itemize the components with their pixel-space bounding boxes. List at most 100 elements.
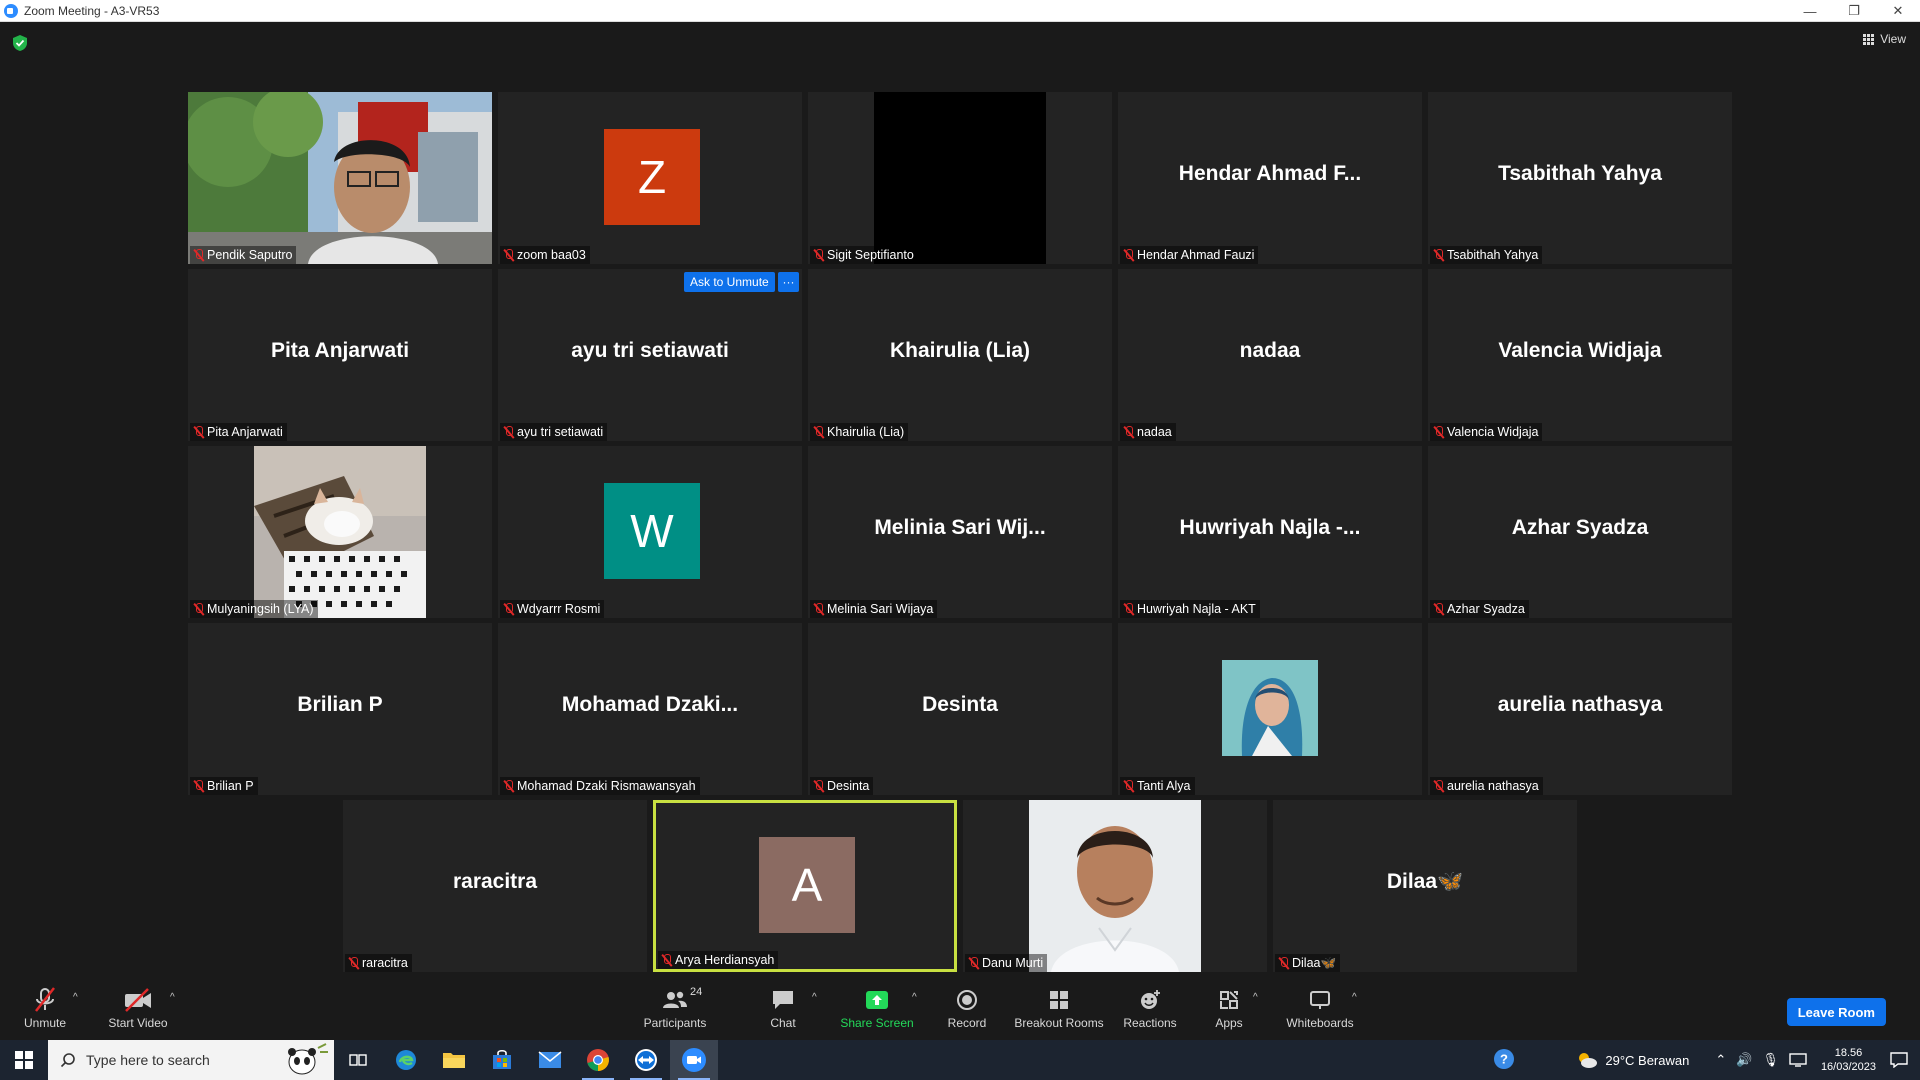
- taskbar-clock[interactable]: 18.56 16/03/2023: [1821, 1046, 1876, 1074]
- task-view-button[interactable]: [334, 1040, 382, 1080]
- taskbar-mail-button[interactable]: [526, 1040, 574, 1080]
- participant-name: Khairulia (Lia): [827, 425, 905, 439]
- record-label: Record: [947, 1016, 987, 1030]
- speaker-volume-icon[interactable]: 🔊: [1736, 1052, 1752, 1068]
- video-tile[interactable]: A Arya Herdiansyah: [653, 800, 957, 972]
- video-tile[interactable]: ayu tri setiawati ayu tri setiawati: [498, 269, 802, 441]
- chat-options-caret-icon[interactable]: ^: [812, 992, 817, 1003]
- participant-name: aurelia nathasya: [1447, 779, 1539, 793]
- participant-name: Mulyaningsih (LYA): [207, 602, 314, 616]
- teamviewer-icon: [635, 1049, 657, 1071]
- taskbar-zoom-button[interactable]: [670, 1040, 718, 1080]
- video-tile[interactable]: Tsabithah Yahya Tsabithah Yahya: [1428, 92, 1732, 264]
- whiteboards-button[interactable]: Whiteboards: [1284, 986, 1356, 1030]
- share-screen-button[interactable]: Share Screen: [840, 986, 914, 1030]
- participant-name: Mohamad Dzaki Rismawansyah: [517, 779, 696, 793]
- participant-display-name: Desinta: [922, 693, 998, 716]
- taskbar-file-explorer-button[interactable]: [430, 1040, 478, 1080]
- reactions-button[interactable]: Reactions: [1123, 986, 1177, 1030]
- video-tile[interactable]: Pita Anjarwati Pita Anjarwati: [188, 269, 492, 441]
- video-tile[interactable]: Hendar Ahmad F... Hendar Ahmad Fauzi: [1118, 92, 1422, 264]
- muted-mic-icon: [503, 248, 514, 262]
- video-tile[interactable]: Azhar Syadza Azhar Syadza: [1428, 446, 1732, 618]
- help-button[interactable]: ?: [1493, 1048, 1515, 1073]
- video-tile[interactable]: Mohamad Dzaki... Mohamad Dzaki Rismawansy…: [498, 623, 802, 795]
- video-off-icon: [123, 986, 153, 1014]
- video-tile[interactable]: Dilaa🦋 Dilaa🦋: [1273, 800, 1577, 972]
- participant-name-label: Azhar Syadza: [1430, 600, 1529, 618]
- microphone-icon[interactable]: 🎙: [1762, 1052, 1779, 1068]
- participant-name: Azhar Syadza: [1447, 602, 1525, 616]
- video-tile[interactable]: W Wdyarrr Rosmi: [498, 446, 802, 618]
- video-tile[interactable]: nadaa nadaa: [1118, 269, 1422, 441]
- audio-options-caret-icon[interactable]: ^: [73, 992, 78, 1003]
- participant-display-name: Pita Anjarwati: [270, 339, 410, 362]
- weather-text: 29°C Berawan: [1605, 1052, 1690, 1068]
- video-tile[interactable]: Desinta Desinta: [808, 623, 1112, 795]
- taskbar-chrome-button[interactable]: [574, 1040, 622, 1080]
- taskbar-teamviewer-button[interactable]: [622, 1040, 670, 1080]
- encryption-shield-icon[interactable]: [12, 34, 28, 52]
- video-tile[interactable]: Khairulia (Lia) Khairulia (Lia): [808, 269, 1112, 441]
- participant-name: Pita Anjarwati: [207, 425, 283, 439]
- network-icon[interactable]: [1789, 1053, 1807, 1067]
- video-tile[interactable]: Tanti Alya: [1118, 623, 1422, 795]
- video-options-caret-icon[interactable]: ^: [170, 992, 175, 1003]
- video-tile[interactable]: aurelia nathasya aurelia nathasya: [1428, 623, 1732, 795]
- muted-mic-icon: [1433, 425, 1444, 439]
- participant-name-label: Wdyarrr Rosmi: [500, 600, 605, 618]
- video-tile[interactable]: Pendik Saputro: [188, 92, 492, 264]
- participant-name: nadaa: [1137, 425, 1172, 439]
- muted-mic-icon: [348, 956, 359, 970]
- taskbar-store-button[interactable]: [478, 1040, 526, 1080]
- window-title: Zoom Meeting - A3-VR53: [24, 3, 160, 18]
- participant-name-label: Arya Herdiansyah: [658, 951, 779, 969]
- video-tile[interactable]: Danu Murti: [963, 800, 1267, 972]
- video-tile[interactable]: Brilian P Brilian P: [188, 623, 492, 795]
- breakout-rooms-button[interactable]: Breakout Rooms: [1014, 986, 1104, 1030]
- clock-time: 18.56: [1834, 1047, 1863, 1059]
- muted-mic-icon: [193, 248, 204, 262]
- video-tile[interactable]: raracitra raracitra: [343, 800, 647, 972]
- apps-options-caret-icon[interactable]: ^: [1253, 992, 1258, 1003]
- participant-display-name: Mohamad Dzaki...: [561, 693, 739, 716]
- chat-button[interactable]: Chat: [768, 986, 798, 1030]
- record-button[interactable]: Record: [947, 986, 987, 1030]
- close-button[interactable]: ✕: [1876, 0, 1920, 22]
- notification-center-icon[interactable]: [1890, 1052, 1908, 1068]
- video-tile[interactable]: Mulyaningsih (LYA): [188, 446, 492, 618]
- participant-name: Desinta: [827, 779, 870, 793]
- video-tile[interactable]: Melinia Sari Wij... Melinia Sari Wijaya: [808, 446, 1112, 618]
- leave-room-button[interactable]: Leave Room: [1786, 998, 1886, 1026]
- whiteboard-icon: [1305, 986, 1335, 1014]
- share-options-caret-icon[interactable]: ^: [912, 992, 917, 1003]
- video-tile[interactable]: Valencia Widjaja Valencia Widjaja: [1428, 269, 1732, 441]
- chrome-browser-icon: [587, 1049, 609, 1071]
- participant-name-label: Valencia Widjaja: [1430, 423, 1543, 441]
- muted-mic-icon: [193, 779, 204, 793]
- unmute-button[interactable]: Unmute: [20, 986, 70, 1030]
- weather-widget[interactable]: 29°C Berawan: [1575, 1050, 1689, 1070]
- ask-to-unmute-button[interactable]: Ask to Unmute: [684, 272, 775, 292]
- taskbar-edge-button[interactable]: [382, 1040, 430, 1080]
- video-tile[interactable]: Sigit Septifianto: [808, 92, 1112, 264]
- view-button[interactable]: View: [1863, 32, 1906, 46]
- more-options-button[interactable]: ···: [778, 272, 799, 292]
- participant-display-name: ayu tri setiawati: [571, 339, 729, 362]
- search-placeholder: Type here to search: [86, 1052, 210, 1068]
- participant-display-name: Tsabithah Yahya: [1498, 162, 1662, 185]
- minimize-button[interactable]: —: [1788, 0, 1832, 22]
- windows-start-button[interactable]: [0, 1040, 48, 1080]
- video-tile[interactable]: Zzoom baa03: [498, 92, 802, 264]
- show-hidden-icons-chevron-icon[interactable]: ⌃: [1715, 1052, 1726, 1068]
- whiteboards-options-caret-icon[interactable]: ^: [1352, 992, 1357, 1003]
- participant-name-label: Danu Murti: [965, 954, 1048, 972]
- start-video-button[interactable]: Start Video: [106, 986, 170, 1030]
- taskbar-search-box[interactable]: Type here to search: [48, 1040, 334, 1080]
- edge-browser-icon: [396, 1050, 416, 1070]
- restore-button[interactable]: ❐: [1832, 0, 1876, 22]
- video-tile[interactable]: Huwriyah Najla -... Huwriyah Najla - AKT: [1118, 446, 1422, 618]
- participant-video: [188, 92, 492, 264]
- participants-button[interactable]: 24 Participants: [640, 986, 710, 1030]
- apps-button[interactable]: Apps: [1214, 986, 1244, 1030]
